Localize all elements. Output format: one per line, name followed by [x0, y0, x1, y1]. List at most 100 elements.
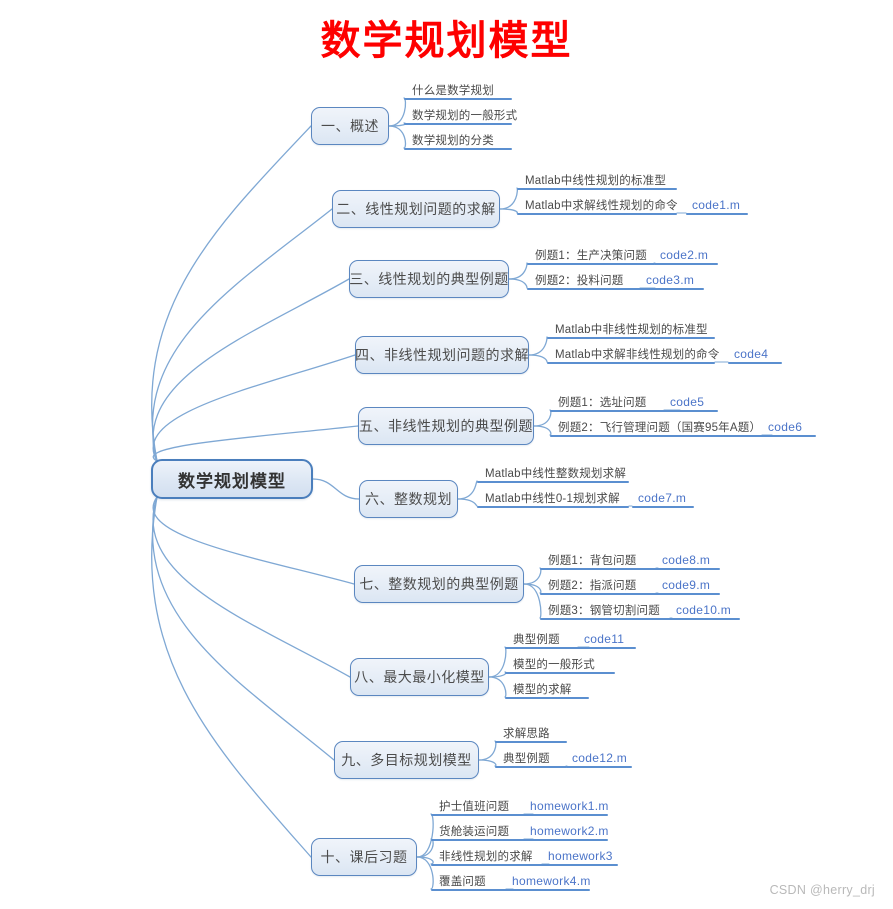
branch-node-9[interactable]: 九、多目标规划模型 [334, 741, 479, 779]
leaf-underline [477, 481, 629, 483]
code-link-underline [728, 362, 782, 364]
code-link-underline [506, 889, 590, 891]
code-link[interactable]: code5 [668, 395, 706, 411]
code-link-underline [566, 766, 632, 768]
leaf-node-label: 例题1：选址问题 [558, 397, 647, 409]
leaf-underline [547, 337, 715, 339]
code-link[interactable]: homework4.m [510, 874, 593, 890]
code-link[interactable]: code8.m [660, 553, 712, 569]
code-link[interactable]: code9.m [660, 578, 712, 594]
leaf-node-label: 求解思路 [503, 728, 550, 740]
leaf-node-label: Matlab中线性0-1规划求解 [485, 493, 620, 505]
code-link-underline [670, 618, 740, 620]
branch-node-label: 九、多目标规划模型 [341, 752, 472, 768]
leaf-underline [505, 647, 589, 649]
code-link-label: code3.m [646, 273, 695, 287]
code-link[interactable]: homework2.m [528, 824, 611, 840]
code-link[interactable]: code7.m [636, 491, 688, 507]
leaf-node-label: Matlab中求解非线性规划的命令 [555, 349, 720, 361]
leaf-underline [431, 864, 549, 866]
root-node[interactable]: 数学规划模型 [151, 459, 313, 499]
branch-node-2[interactable]: 二、线性规划问题的求解 [332, 190, 500, 228]
leaf-underline [431, 814, 533, 816]
code-link[interactable]: homework1.m [528, 799, 611, 815]
leaf-underline [495, 766, 567, 768]
code-link-label: code12.m [572, 751, 628, 765]
code-link-label: code9.m [662, 578, 711, 592]
leaf-node-label: 数学规划的分类 [412, 135, 494, 147]
leaf-node-label: Matlab中求解线性规划的命令 [525, 200, 678, 212]
code-link-underline [656, 568, 720, 570]
code-link-label: code1.m [692, 198, 741, 212]
branch-node-label: 六、整数规划 [365, 491, 452, 507]
branch-node-1[interactable]: 一、概述 [311, 107, 389, 145]
leaf-underline [404, 148, 512, 150]
leaf-underline [431, 839, 533, 841]
code-link-underline [664, 410, 718, 412]
code-link[interactable]: code4 [732, 347, 770, 363]
branch-node-label: 五、非线性规划的典型例题 [359, 418, 533, 434]
branch-node-6[interactable]: 六、整数规划 [359, 480, 458, 518]
branch-node-3[interactable]: 三、线性规划的典型例题 [349, 260, 509, 298]
leaf-node-label: 覆盖问题 [439, 876, 486, 888]
branch-node-10[interactable]: 十、课后习题 [311, 838, 417, 876]
leaf-node-label: 模型的求解 [513, 684, 572, 696]
code-link[interactable]: code12.m [570, 751, 629, 767]
code-link[interactable]: homework3 [546, 849, 615, 865]
leaf-node-label: 例题2：指派问题 [548, 580, 637, 592]
branch-node-8[interactable]: 八、最大最小化模型 [350, 658, 489, 696]
leaf-node-label: 例题2：飞行管理问题（国赛95年A题） [558, 422, 762, 434]
leaf-node-label: 典型例题 [513, 634, 560, 646]
code-link[interactable]: code10.m [674, 603, 733, 619]
leaf-node-label: Matlab中非线性规划的标准型 [555, 324, 708, 336]
leaf-node-label: 模型的一般形式 [513, 659, 595, 671]
code-link[interactable]: code3.m [644, 273, 696, 289]
mindmap-canvas: 数学规划模型 数学规划模型 一、概述 什么是数学规划 数学规划的一般形式 数学规划的分… [0, 0, 893, 909]
leaf-underline [550, 435, 772, 437]
code-link-label: code2.m [660, 248, 709, 262]
code-link[interactable]: code6 [766, 420, 804, 436]
code-link-underline [578, 647, 636, 649]
code-link[interactable]: code2.m [658, 248, 710, 264]
code-link-underline [542, 864, 618, 866]
leaf-node-label: 典型例题 [503, 753, 550, 765]
leaf-underline [404, 98, 512, 100]
branch-node-5[interactable]: 五、非线性规划的典型例题 [358, 407, 534, 445]
leaf-node-label: 例题1：生产决策问题 [535, 250, 647, 262]
leaf-underline [550, 410, 680, 412]
leaf-node-label: 例题1：背包问题 [548, 555, 637, 567]
code-link-underline [524, 839, 608, 841]
code-link-underline [632, 506, 694, 508]
code-link-underline [524, 814, 608, 816]
code-link-label: code8.m [662, 553, 711, 567]
code-link-label: homework2.m [530, 824, 609, 838]
code-link-label: code4 [734, 347, 769, 361]
branch-node-7[interactable]: 七、整数规划的典型例题 [354, 565, 524, 603]
leaf-underline [431, 889, 513, 891]
branch-node-4[interactable]: 四、非线性规划问题的求解 [355, 336, 529, 374]
code-link-label: code5 [670, 395, 705, 409]
root-node-label: 数学规划模型 [178, 471, 286, 491]
leaf-underline [527, 263, 655, 265]
watermark: CSDN @herry_drj [769, 883, 875, 897]
code-link-label: homework4.m [512, 874, 591, 888]
leaf-underline [547, 362, 715, 364]
leaf-underline [404, 123, 512, 125]
leaf-underline [517, 213, 677, 215]
branch-node-label: 十、课后习题 [320, 849, 408, 865]
code-link-label: code7.m [638, 491, 687, 505]
leaf-underline [495, 741, 567, 743]
code-link[interactable]: code1.m [690, 198, 742, 214]
code-link[interactable]: code11 [582, 632, 626, 648]
code-link-label: code11 [584, 632, 625, 646]
leaf-node-label: 例题2：投料问题 [535, 275, 624, 287]
leaf-node-label: 非线性规划的求解 [439, 851, 533, 863]
leaf-underline [517, 188, 677, 190]
leaf-node-label: 什么是数学规划 [412, 85, 494, 97]
branch-node-label: 四、非线性规划问题的求解 [355, 347, 529, 363]
code-link-label: homework1.m [530, 799, 609, 813]
code-link-label: code10.m [676, 603, 732, 617]
leaf-node-label: Matlab中线性规划的标准型 [525, 175, 667, 187]
branch-node-label: 一、概述 [321, 118, 379, 134]
code-link-underline [640, 288, 704, 290]
